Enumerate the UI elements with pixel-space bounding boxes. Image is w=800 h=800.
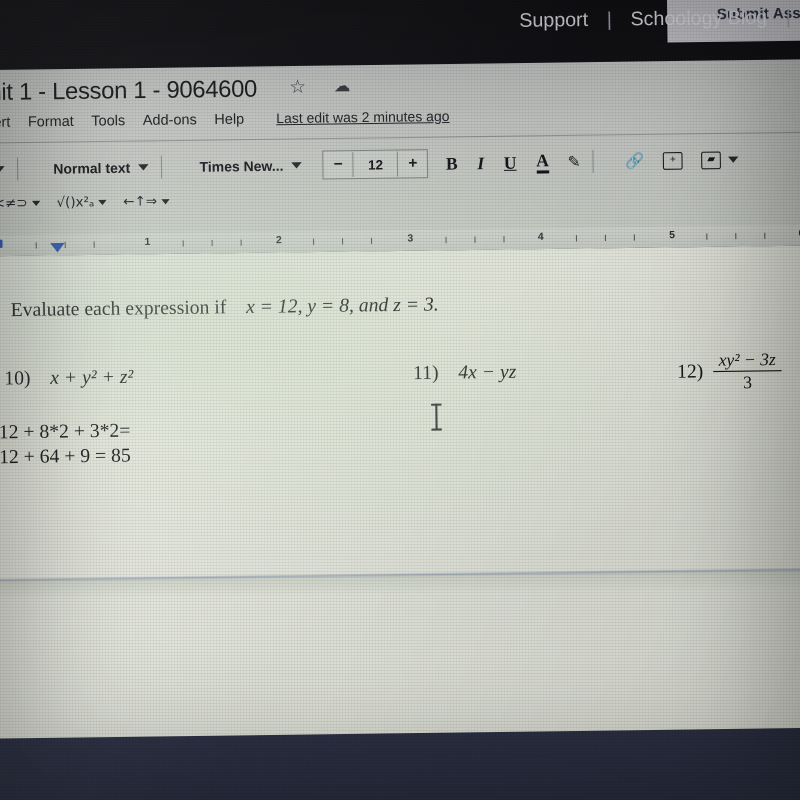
chevron-down-icon [31, 200, 41, 207]
zoom-dropdown[interactable]: 00% [0, 161, 5, 177]
equation-relations-label: <≠⊃ [0, 195, 28, 212]
first-line-indent-marker[interactable] [50, 242, 65, 253]
footer-link-schoology-blog[interactable]: Schoology Blog [630, 7, 767, 32]
toolbar-separator [592, 150, 595, 173]
font-size-value[interactable]: 12 [354, 156, 398, 172]
chevron-down-icon [98, 199, 107, 206]
font-size-decrease-button[interactable]: − [323, 152, 354, 178]
fraction-numerator: xy² − 3z [713, 349, 782, 373]
equation-math-ops-label: √()x²ₐ [56, 194, 95, 211]
left-indent-marker[interactable] [0, 239, 3, 249]
insert-image-icon[interactable]: ▰ [701, 151, 722, 169]
student-work-line-1: 12 + 8*2 + 3*2= [0, 420, 131, 444]
insert-link-icon[interactable]: 🔗 [625, 152, 645, 170]
bold-button[interactable]: B [446, 153, 458, 173]
problem-number: 11) [412, 362, 439, 385]
fraction-denominator: 3 [743, 372, 753, 393]
font-family-dropdown[interactable]: Times New... [199, 157, 303, 175]
font-size-stepper[interactable]: − 12 + [322, 149, 429, 180]
highlighter-pen-icon[interactable]: ✎ [567, 153, 580, 171]
photo-of-screen: Submit Ass Unit 1 - Lesson 1 - 9064600 ☆… [0, 0, 800, 800]
footer-separator: | [785, 6, 792, 29]
add-comment-icon[interactable]: + [662, 151, 683, 170]
underline-button[interactable]: U [504, 153, 517, 173]
ruler-number: 3 [407, 233, 414, 245]
document-title[interactable]: Unit 1 - Lesson 1 - 9064600 [0, 75, 257, 107]
footer-links: Support | Schoology Blog | [519, 7, 791, 33]
problem-12: 12) xy² − 3z 3 [677, 349, 782, 393]
instruction-prefix: Evaluate each expression if [10, 296, 227, 322]
equation-math-ops-dropdown[interactable]: √()x²ₐ [56, 194, 107, 211]
text-cursor-icon [435, 403, 438, 431]
menu-item-tools[interactable]: Tools [91, 112, 125, 129]
menu-item-insert[interactable]: Insert [0, 113, 10, 130]
italic-button[interactable]: I [477, 153, 484, 173]
ruler-number: 4 [537, 231, 544, 243]
problem-expression: 4x − yz [458, 361, 517, 384]
site-footer [0, 727, 800, 800]
ruler-number: 2 [275, 234, 282, 247]
chevron-down-icon[interactable] [728, 156, 739, 163]
problem-number: 10) [4, 367, 31, 390]
equation-arrows-dropdown[interactable]: ←↑⇒ [123, 194, 170, 211]
footer-separator: | [606, 9, 613, 31]
equation-toolbar: <≠⊃ √()x²ₐ ←↑⇒ [0, 194, 179, 212]
star-icon[interactable]: ☆ [289, 76, 306, 98]
problem-11: 11) 4x − yz [413, 361, 516, 385]
menu-item-addons[interactable]: Add-ons [143, 111, 197, 128]
problem-expression: x + y² + z² [50, 366, 134, 390]
chevron-down-icon [161, 199, 170, 205]
last-edit-status[interactable]: Last edit was 2 minutes ago [276, 108, 449, 126]
toolbar-separator [16, 157, 19, 181]
problem-10: 10) x + y² + z² [4, 366, 133, 390]
problem-number: 12) [676, 360, 704, 383]
student-work-line-2: 12 + 64 + 9 = 85 [0, 444, 131, 469]
menu-item-format[interactable]: Format [28, 112, 74, 129]
paragraph-style-value: Normal text [53, 159, 131, 177]
footer-link-support[interactable]: Support [519, 9, 588, 33]
ruler-number: 1 [144, 236, 151, 249]
ruler-number: 5 [669, 229, 676, 242]
equation-relations-dropdown[interactable]: <≠⊃ [0, 195, 41, 212]
toolbar-separator [161, 155, 163, 179]
paragraph-style-dropdown[interactable]: Normal text [53, 159, 149, 177]
chevron-down-icon [291, 162, 303, 169]
instruction-assignments: x = 12, y = 8, and z = 3. [245, 293, 439, 319]
fraction-expression: xy² − 3z 3 [713, 349, 782, 393]
text-color-button[interactable]: A [536, 150, 550, 174]
font-size-increase-button[interactable]: + [397, 151, 428, 177]
cloud-saved-icon[interactable]: ☁ [334, 76, 351, 97]
font-family-value: Times New... [199, 157, 284, 175]
chevron-down-icon [138, 164, 149, 171]
equation-arrows-label: ←↑⇒ [123, 194, 158, 211]
chevron-down-icon [0, 166, 5, 173]
menu-item-help[interactable]: Help [214, 110, 244, 127]
